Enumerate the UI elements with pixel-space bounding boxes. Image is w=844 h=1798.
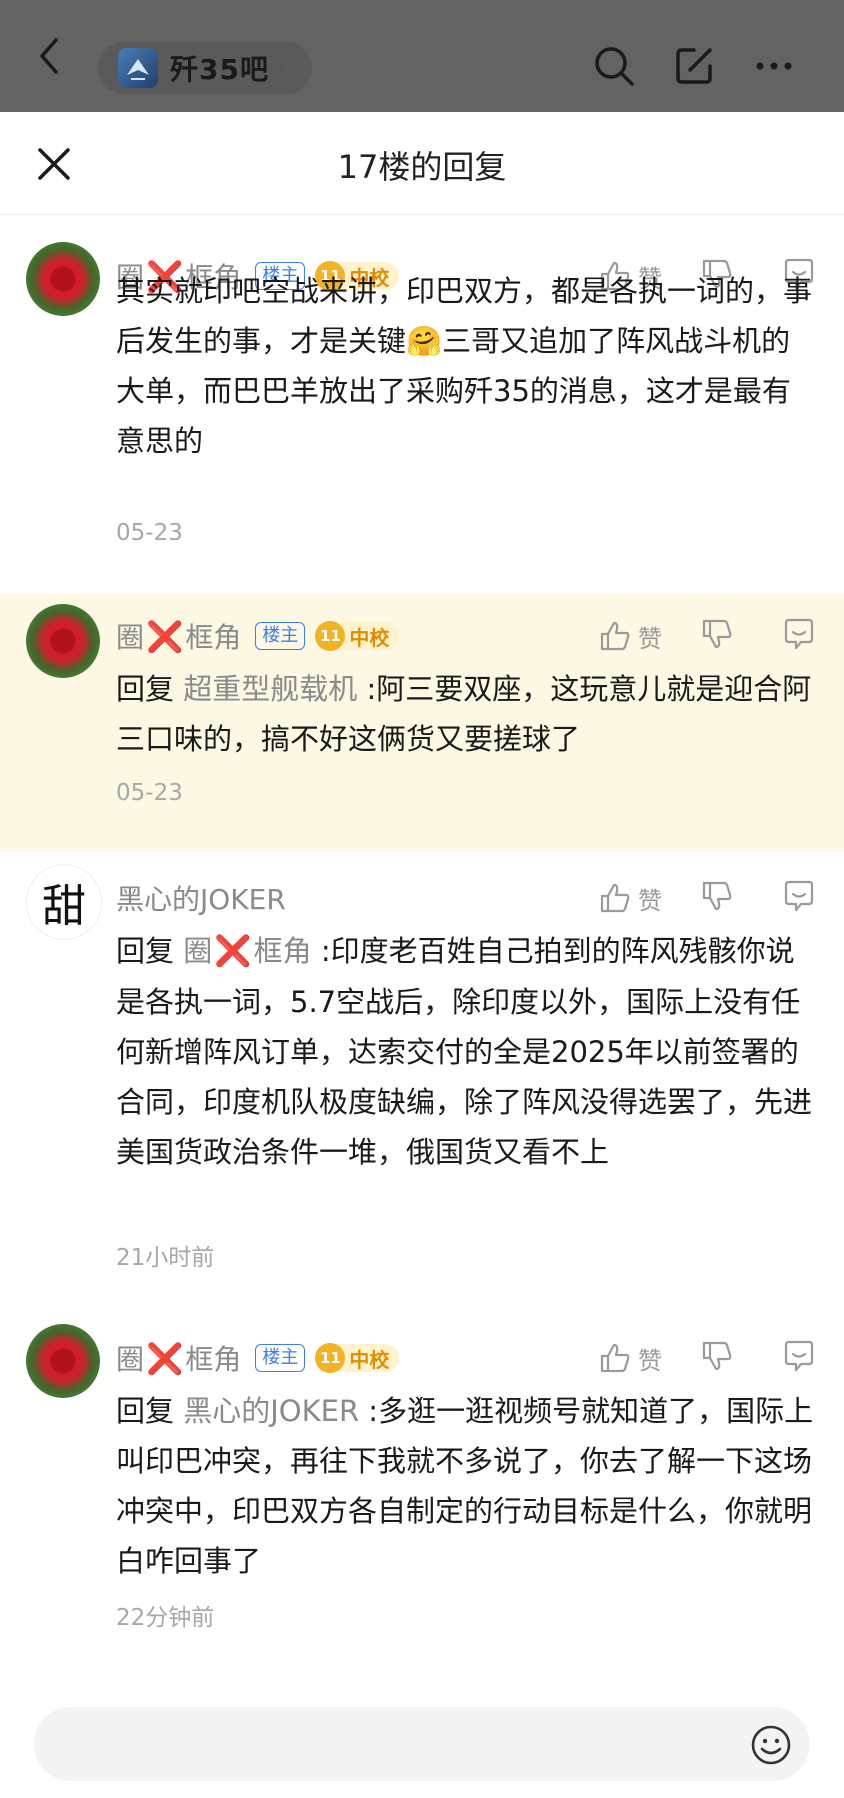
reply-input[interactable] xyxy=(34,1707,810,1781)
username[interactable]: 圈❌框角 xyxy=(116,616,241,656)
level-number: 11 xyxy=(315,621,346,651)
thumbs-down-icon xyxy=(702,881,732,911)
chevron-right-icon: › xyxy=(276,54,287,82)
title-bar: 17楼的回复 xyxy=(0,112,844,215)
like-label: 赞 xyxy=(638,1346,662,1375)
level-title: 中校 xyxy=(349,1347,390,1372)
dislike-button[interactable] xyxy=(700,617,734,655)
level-title: 中校 xyxy=(349,625,390,650)
thumbs-down-icon xyxy=(702,1341,732,1371)
like-label: 赞 xyxy=(638,624,662,653)
thumbs-up-icon xyxy=(600,621,630,651)
level-number: 11 xyxy=(315,1343,346,1373)
comment-item: 圈❌框角 楼主 11 中校 赞 回复 超重型舰载机 :阿三要双座，这玩意儿就是迎… xyxy=(0,594,844,852)
comment-icon xyxy=(784,880,814,912)
comment-time: 05-23 xyxy=(116,520,183,546)
edit-icon[interactable] xyxy=(672,44,716,88)
comment-item: 圈❌框角 楼主 11 中校 赞 回复 黑心的JOKER :多逛一逛视频号就知道了… xyxy=(0,1310,844,1680)
comment-text: 回复 超重型舰载机 :阿三要双座，这玩意儿就是迎合阿三口味的，搞不好这俩货又要搓… xyxy=(116,664,816,764)
search-icon[interactable] xyxy=(592,44,636,88)
page-title: 17楼的回复 xyxy=(337,148,507,186)
level-badge: 11 中校 xyxy=(315,1343,400,1373)
owner-badge: 楼主 xyxy=(255,622,306,650)
reply-target-link[interactable]: 黑心的JOKER xyxy=(183,1394,359,1428)
like-label: 赞 xyxy=(638,886,662,915)
reply-prefix: 回复 xyxy=(116,672,184,706)
reply-prefix: 回复 xyxy=(116,934,184,968)
comment-item: 圈❌框角 楼主 11 中校 赞 其实就印吧空战来讲，印巴双方，都是各执一词的，事… xyxy=(0,214,844,594)
reply-target-link[interactable]: 圈❌框角 xyxy=(183,934,311,969)
forum-chip[interactable]: 歼35吧 › xyxy=(98,42,312,94)
thumbs-up-icon xyxy=(600,1343,630,1373)
reply-body: :印度老百姓自己拍到的阵风残骸你说是各执一词，5.7空战后，除印度以外，国际上没… xyxy=(116,934,813,1169)
top-bar: 歼35吧 › xyxy=(0,0,844,112)
comment-text: 其实就印吧空战来讲，印巴双方，都是各执一词的，事后发生的事，才是关键🤗三哥又追加… xyxy=(116,274,813,458)
reply-prefix: 回复 xyxy=(116,1394,184,1428)
like-button[interactable]: 赞 xyxy=(598,881,662,916)
reply-button[interactable] xyxy=(782,617,816,655)
avatar[interactable] xyxy=(26,1324,100,1398)
more-icon[interactable] xyxy=(752,44,796,88)
like-button[interactable]: 赞 xyxy=(598,619,662,654)
comment-icon xyxy=(784,1340,814,1372)
avatar[interactable] xyxy=(26,604,100,678)
comment-time: 22分钟前 xyxy=(116,1605,215,1631)
avatar[interactable]: 甜 xyxy=(26,864,102,940)
thumbs-down-icon xyxy=(702,619,732,649)
like-button[interactable]: 赞 xyxy=(598,1341,662,1376)
forum-name: 歼35吧 xyxy=(170,53,269,86)
emoji-icon[interactable] xyxy=(750,1724,792,1766)
comment-text: 回复 黑心的JOKER :多逛一逛视频号就知道了，国际上叫印巴冲突，再往下我就不… xyxy=(116,1386,816,1586)
thumbs-up-icon xyxy=(600,883,630,913)
back-arrow-icon[interactable] xyxy=(30,36,70,76)
owner-badge: 楼主 xyxy=(255,1344,306,1372)
avatar[interactable] xyxy=(26,242,100,316)
username[interactable]: 圈❌框角 xyxy=(116,1338,241,1378)
comment-text: 回复 圈❌框角 :印度老百姓自己拍到的阵风残骸你说是各执一词，5.7空战后，除印… xyxy=(116,926,816,1177)
level-badge: 11 中校 xyxy=(315,621,400,651)
comment-item: 甜 黑心的JOKER 赞 回复 圈❌框角 :印度老百姓自己拍到的阵风残骸你说是各… xyxy=(0,852,844,1310)
reply-button[interactable] xyxy=(782,1339,816,1377)
dislike-button[interactable] xyxy=(700,879,734,917)
forum-logo-icon xyxy=(118,48,158,88)
comment-icon xyxy=(784,618,814,650)
reply-button[interactable] xyxy=(782,879,816,917)
comment-time: 21小时前 xyxy=(116,1245,215,1271)
comment-time: 05-23 xyxy=(116,780,183,806)
username[interactable]: 黑心的JOKER xyxy=(116,878,286,918)
dislike-button[interactable] xyxy=(700,1339,734,1377)
reply-target-link[interactable]: 超重型舰载机 xyxy=(183,672,357,706)
